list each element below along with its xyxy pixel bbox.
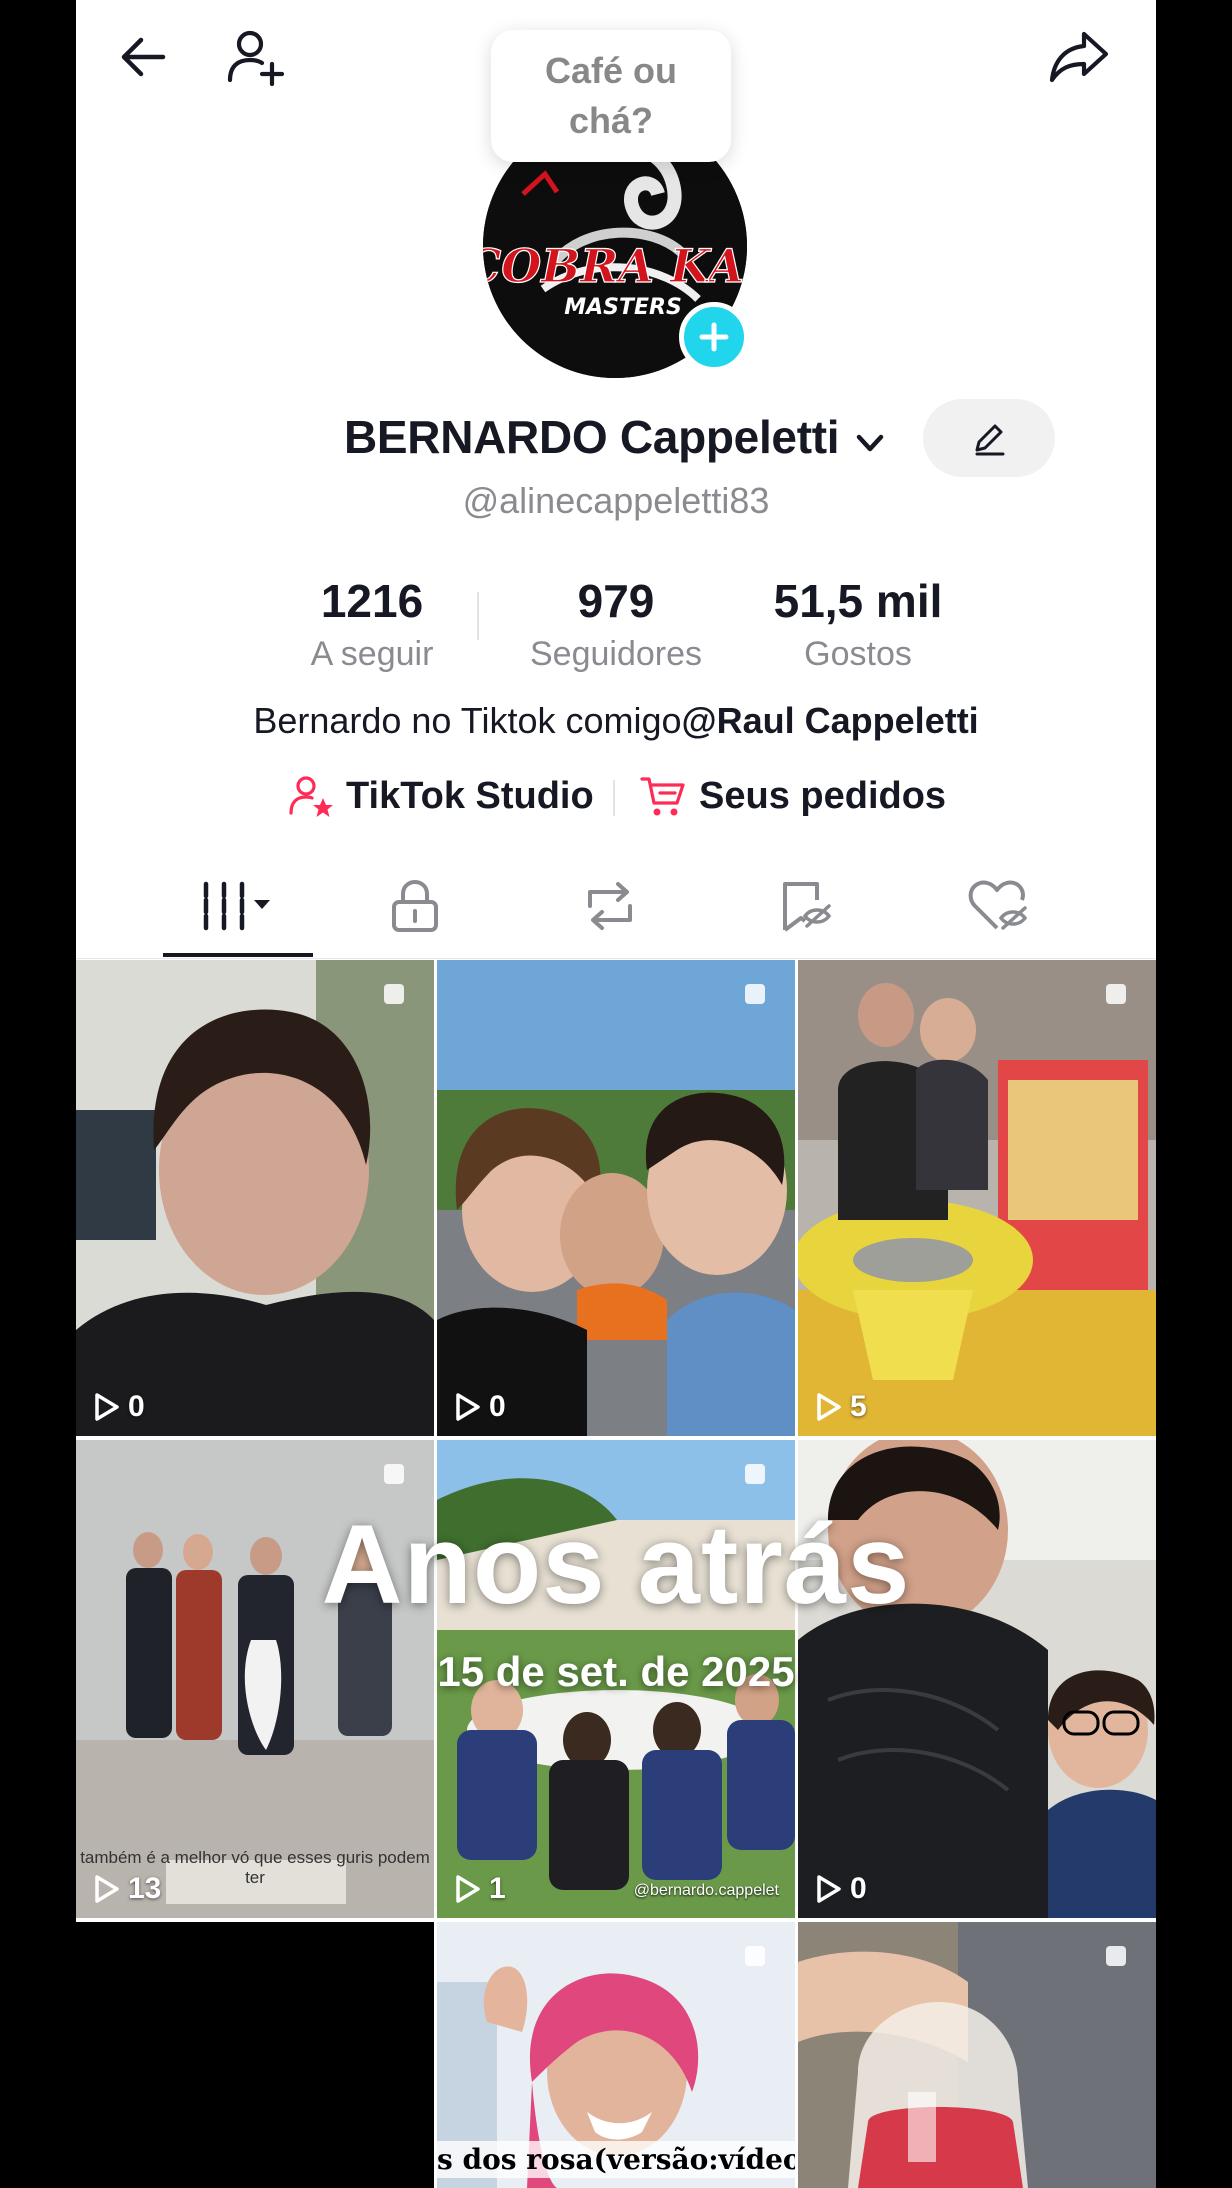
person-star-icon	[289, 776, 333, 817]
stat-likes-label: Gostos	[804, 635, 912, 673]
view-count-value: 1	[489, 1872, 506, 1905]
person-add-icon	[227, 30, 285, 87]
add-friend-button[interactable]	[222, 22, 292, 92]
profile-bio: Bernardo no Tiktok comigo@Raul Cappelett…	[76, 700, 1156, 742]
orders-label: Seus pedidos	[699, 774, 947, 817]
tab-favorites[interactable]	[745, 858, 865, 954]
video-thumbnail[interactable]	[798, 1922, 1156, 2188]
avatar-logo-subtext: MASTERS	[564, 295, 682, 320]
back-button[interactable]	[108, 22, 178, 92]
pencil-icon	[975, 424, 1005, 456]
avatar-add-button[interactable]	[679, 302, 749, 372]
play-icon	[456, 1875, 480, 1903]
video-thumbnail-image	[798, 960, 1156, 1436]
play-icon	[817, 1875, 841, 1903]
bookmark-hidden-icon	[783, 882, 832, 932]
multi-photo-icon	[745, 1464, 765, 1484]
video-grid-icon	[203, 881, 270, 931]
video-thumbnail[interactable]: s dos rosa(versão:vídeo	[437, 1922, 795, 2188]
stat-followers-value: 979	[577, 575, 655, 627]
profile-stats: 1216 A seguir 979 Seguidores 51,5 mil Go…	[76, 572, 1156, 673]
tiktok-studio-label: TikTok Studio	[346, 774, 594, 817]
share-arrow-icon	[1049, 31, 1109, 83]
video-thumbnail-image	[76, 960, 434, 1436]
chevron-down-icon[interactable]	[851, 424, 889, 462]
share-button[interactable]	[1044, 22, 1114, 92]
view-count-value: 5	[850, 1390, 867, 1423]
multi-photo-icon	[384, 1464, 404, 1484]
view-count: 5	[814, 1390, 867, 1424]
content-tabs	[76, 858, 1156, 959]
profile-links: TikTok Studio Seus pedidos	[76, 768, 1156, 824]
play-icon	[817, 1393, 841, 1421]
play-icon	[95, 1393, 119, 1421]
tiktok-studio-link[interactable]: TikTok Studio	[288, 768, 594, 824]
play-icon	[456, 1393, 480, 1421]
note-bubble[interactable]: Café ou chá?	[491, 30, 731, 162]
shopping-cart-icon	[640, 777, 685, 816]
view-count: 0	[453, 1390, 506, 1424]
view-count-value: 0	[128, 1390, 145, 1423]
name-row: BERNARDO Cappeletti	[76, 399, 1156, 477]
repost-icon	[588, 882, 632, 930]
view-count: 1	[453, 1872, 506, 1906]
video-thumbnail[interactable]: 0	[76, 960, 434, 1436]
video-thumbnail[interactable]: 0	[437, 960, 795, 1436]
view-count: 0	[92, 1390, 145, 1424]
stat-divider	[477, 592, 479, 640]
heart-hidden-icon	[968, 880, 1028, 930]
profile-handle: @alinecappeletti83	[462, 480, 770, 521]
edit-profile-button[interactable]	[923, 399, 1055, 477]
note-bubble-text: Café ou chá?	[544, 50, 677, 141]
bio-text: Bernardo no Tiktok comigo	[253, 700, 682, 741]
orders-link[interactable]: Seus pedidos	[639, 768, 946, 824]
stat-followers[interactable]: 979 Seguidores	[486, 572, 746, 676]
tab-private[interactable]	[355, 858, 475, 954]
stat-following[interactable]: 1216 A seguir	[242, 572, 502, 676]
video-thumbnail[interactable]: 5	[798, 960, 1156, 1436]
arrow-left-icon	[121, 37, 166, 77]
links-divider	[613, 780, 615, 816]
stat-followers-label: Seguidores	[529, 635, 702, 673]
video-watermark: @bernardo.cappelet	[633, 1882, 779, 1899]
tab-videos[interactable]	[178, 858, 298, 954]
view-count-value: 0	[489, 1390, 506, 1423]
view-count: 13	[92, 1872, 161, 1906]
memory-title: Anos atrás	[321, 1502, 911, 1627]
video-thumbnail-image	[798, 1922, 1156, 2188]
view-count: 0	[814, 1872, 867, 1906]
memory-date: 15 de set. de 2025	[437, 1648, 795, 1695]
multi-photo-icon	[745, 1946, 765, 1966]
plus-icon	[699, 322, 729, 352]
video-thumbnail-image	[437, 960, 795, 1436]
view-count-value: 0	[850, 1872, 867, 1905]
avatar-logo-text: COBRA KAI	[483, 239, 747, 293]
tab-liked[interactable]	[939, 858, 1059, 954]
view-count-value: 13	[128, 1872, 162, 1905]
multi-photo-icon	[745, 984, 765, 1004]
play-icon	[95, 1875, 119, 1903]
profile-screen: COBRA KAI MASTERS Café ou chá? BERNARDO …	[76, 0, 1156, 2188]
video-caption: s dos rosa(versão:vídeo	[437, 2141, 795, 2178]
profile-name[interactable]: BERNARDO Cappeletti	[344, 410, 840, 464]
tab-reposts[interactable]	[550, 858, 670, 954]
lock-icon	[392, 879, 438, 932]
tab-active-indicator	[163, 953, 313, 957]
stat-likes-value: 51,5 mil	[773, 575, 943, 627]
video-thumbnail[interactable]	[76, 1922, 434, 2188]
multi-photo-icon	[1106, 1946, 1126, 1966]
multi-photo-icon	[1106, 984, 1126, 1004]
stat-following-value: 1216	[320, 575, 424, 627]
bio-mention[interactable]: @Raul Cappeletti	[682, 700, 979, 741]
stat-likes[interactable]: 51,5 mil Gostos	[728, 572, 988, 676]
multi-photo-icon	[384, 984, 404, 1004]
stat-following-label: A seguir	[310, 635, 434, 673]
